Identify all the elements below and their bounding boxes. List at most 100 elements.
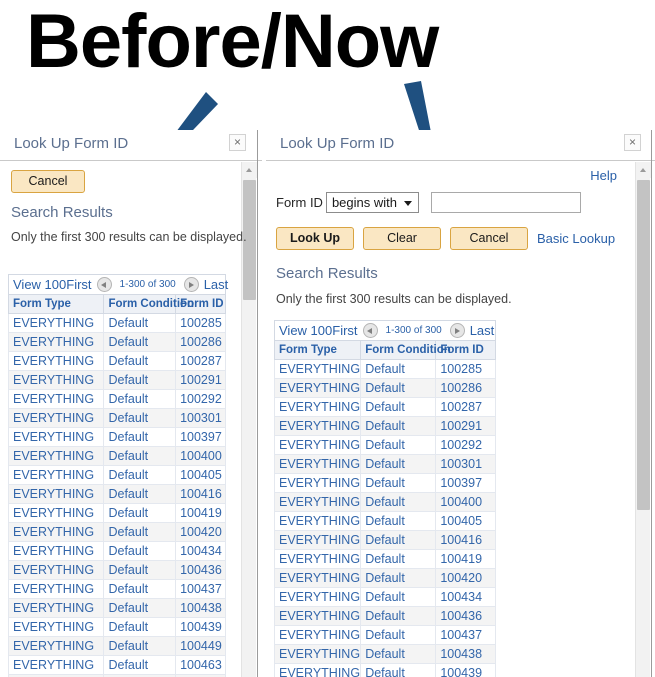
table-row[interactable]: EVERYTHING Default 100291 bbox=[7, 370, 226, 390]
cancel-button[interactable]: Cancel bbox=[11, 170, 85, 193]
cell-form-type[interactable]: EVERYTHING bbox=[7, 503, 105, 523]
cell-form-type[interactable]: EVERYTHING bbox=[7, 541, 105, 561]
cell-form-condition[interactable]: Default bbox=[103, 598, 177, 618]
close-icon[interactable]: × bbox=[229, 134, 246, 151]
cell-form-id[interactable]: 100291 bbox=[175, 370, 226, 390]
cell-form-id[interactable]: 100285 bbox=[435, 359, 496, 379]
cell-form-type[interactable]: EVERYTHING bbox=[273, 568, 362, 588]
table-row[interactable]: EVERYTHING Default 100301 bbox=[7, 408, 226, 428]
table-row[interactable]: EVERYTHING Default 100438 bbox=[273, 644, 496, 664]
table-row[interactable]: EVERYTHING Default 100287 bbox=[273, 397, 496, 417]
cell-form-type[interactable]: EVERYTHING bbox=[7, 617, 105, 637]
cell-form-condition[interactable]: Default bbox=[103, 370, 177, 390]
table-row[interactable]: EVERYTHING Default 100437 bbox=[273, 625, 496, 645]
cell-form-id[interactable]: 100419 bbox=[435, 549, 496, 569]
cell-form-type[interactable]: EVERYTHING bbox=[7, 389, 105, 409]
cell-form-type[interactable]: EVERYTHING bbox=[7, 560, 105, 580]
cell-form-id[interactable]: 100285 bbox=[175, 313, 226, 333]
cell-form-condition[interactable]: Default bbox=[103, 484, 177, 504]
clear-button[interactable]: Clear bbox=[363, 227, 441, 250]
cell-form-type[interactable]: EVERYTHING bbox=[7, 655, 105, 675]
table-row[interactable]: EVERYTHING Default 100439 bbox=[7, 617, 226, 637]
cell-form-condition[interactable]: Default bbox=[360, 397, 437, 417]
table-row[interactable]: EVERYTHING Default 100416 bbox=[273, 530, 496, 550]
cell-form-id[interactable]: 100286 bbox=[435, 378, 496, 398]
cell-form-condition[interactable]: Default bbox=[360, 473, 437, 493]
table-row[interactable]: EVERYTHING Default 100400 bbox=[7, 446, 226, 466]
cell-form-condition[interactable]: Default bbox=[103, 408, 177, 428]
cell-form-id[interactable]: 100287 bbox=[435, 397, 496, 417]
cell-form-id[interactable]: 100437 bbox=[175, 579, 226, 599]
table-row[interactable]: EVERYTHING Default 100420 bbox=[273, 568, 496, 588]
cell-form-id[interactable]: 100437 bbox=[435, 625, 496, 645]
cell-form-id[interactable]: 100416 bbox=[175, 484, 226, 504]
cell-form-id[interactable]: 100420 bbox=[435, 568, 496, 588]
cell-form-type[interactable]: EVERYTHING bbox=[7, 484, 105, 504]
cell-form-id[interactable]: 100301 bbox=[175, 408, 226, 428]
cell-form-type[interactable]: EVERYTHING bbox=[7, 332, 105, 352]
first-page-link[interactable]: First bbox=[66, 277, 91, 292]
cell-form-condition[interactable]: Default bbox=[103, 389, 177, 409]
table-row[interactable]: EVERYTHING Default 100438 bbox=[7, 598, 226, 618]
cell-form-id[interactable]: 100436 bbox=[435, 606, 496, 626]
table-row[interactable]: EVERYTHING Default 100285 bbox=[273, 359, 496, 379]
cell-form-condition[interactable]: Default bbox=[360, 492, 437, 512]
cell-form-type[interactable]: EVERYTHING bbox=[273, 359, 362, 379]
cell-form-type[interactable]: EVERYTHING bbox=[7, 408, 105, 428]
first-page-link[interactable]: First bbox=[332, 323, 357, 338]
cell-form-condition[interactable]: Default bbox=[360, 530, 437, 550]
column-header-form-condition[interactable]: Form Condition bbox=[360, 340, 451, 360]
cell-form-type[interactable]: EVERYTHING bbox=[7, 579, 105, 599]
cell-form-id[interactable]: 100449 bbox=[175, 636, 226, 656]
previous-page-icon[interactable] bbox=[96, 277, 112, 292]
cell-form-id[interactable]: 100438 bbox=[435, 644, 496, 664]
cell-form-condition[interactable]: Default bbox=[103, 541, 177, 561]
table-row[interactable]: EVERYTHING Default 100434 bbox=[7, 541, 226, 561]
cell-form-type[interactable]: EVERYTHING bbox=[273, 397, 362, 417]
column-header-form-id[interactable]: Form ID bbox=[435, 340, 496, 360]
table-row[interactable]: EVERYTHING Default 100405 bbox=[7, 465, 226, 485]
cell-form-id[interactable]: 100434 bbox=[435, 587, 496, 607]
cell-form-id[interactable]: 100416 bbox=[435, 530, 496, 550]
cell-form-type[interactable]: EVERYTHING bbox=[273, 492, 362, 512]
table-row[interactable]: EVERYTHING Default 100436 bbox=[273, 606, 496, 626]
cell-form-condition[interactable]: Default bbox=[360, 511, 437, 531]
cell-form-condition[interactable]: Default bbox=[103, 522, 177, 542]
cell-form-id[interactable]: 100301 bbox=[435, 454, 496, 474]
cell-form-type[interactable]: EVERYTHING bbox=[273, 378, 362, 398]
cell-form-condition[interactable]: Default bbox=[103, 617, 177, 637]
cell-form-type[interactable]: EVERYTHING bbox=[273, 416, 362, 436]
operator-select[interactable]: begins with bbox=[325, 192, 419, 213]
cell-form-type[interactable]: EVERYTHING bbox=[273, 473, 362, 493]
cell-form-type[interactable]: EVERYTHING bbox=[7, 370, 105, 390]
cell-form-condition[interactable]: Default bbox=[103, 351, 177, 371]
cell-form-condition[interactable]: Default bbox=[360, 606, 437, 626]
table-row[interactable]: EVERYTHING Default 100397 bbox=[273, 473, 496, 493]
cell-form-id[interactable]: 100291 bbox=[435, 416, 496, 436]
cell-form-id[interactable]: 100439 bbox=[435, 663, 496, 677]
scroll-up-icon[interactable] bbox=[636, 162, 651, 178]
cell-form-condition[interactable]: Default bbox=[103, 427, 177, 447]
cancel-button[interactable]: Cancel bbox=[450, 227, 528, 250]
cell-form-type[interactable]: EVERYTHING bbox=[7, 598, 105, 618]
cell-form-condition[interactable]: Default bbox=[103, 560, 177, 580]
cell-form-type[interactable]: EVERYTHING bbox=[7, 427, 105, 447]
table-row[interactable]: EVERYTHING Default 100286 bbox=[273, 378, 496, 398]
cell-form-id[interactable]: 100400 bbox=[435, 492, 496, 512]
table-row[interactable]: EVERYTHING Default 100419 bbox=[273, 549, 496, 569]
cell-form-id[interactable]: 100463 bbox=[175, 655, 226, 675]
table-row[interactable]: EVERYTHING Default 100439 bbox=[273, 663, 496, 677]
cell-form-type[interactable]: EVERYTHING bbox=[273, 511, 362, 531]
cell-form-type[interactable]: EVERYTHING bbox=[7, 446, 105, 466]
cell-form-type[interactable]: EVERYTHING bbox=[7, 351, 105, 371]
table-row[interactable]: EVERYTHING Default 100301 bbox=[273, 454, 496, 474]
cell-form-type[interactable]: EVERYTHING bbox=[7, 313, 105, 333]
cell-form-condition[interactable]: Default bbox=[103, 579, 177, 599]
cell-form-condition[interactable]: Default bbox=[360, 644, 437, 664]
scrollbar-thumb[interactable] bbox=[637, 180, 650, 510]
cell-form-type[interactable]: EVERYTHING bbox=[273, 549, 362, 569]
view-100-link[interactable]: View 100 bbox=[13, 277, 66, 292]
table-row[interactable]: EVERYTHING Default 100434 bbox=[273, 587, 496, 607]
table-row[interactable]: EVERYTHING Default 100416 bbox=[7, 484, 226, 504]
table-row[interactable]: EVERYTHING Default 100292 bbox=[7, 389, 226, 409]
